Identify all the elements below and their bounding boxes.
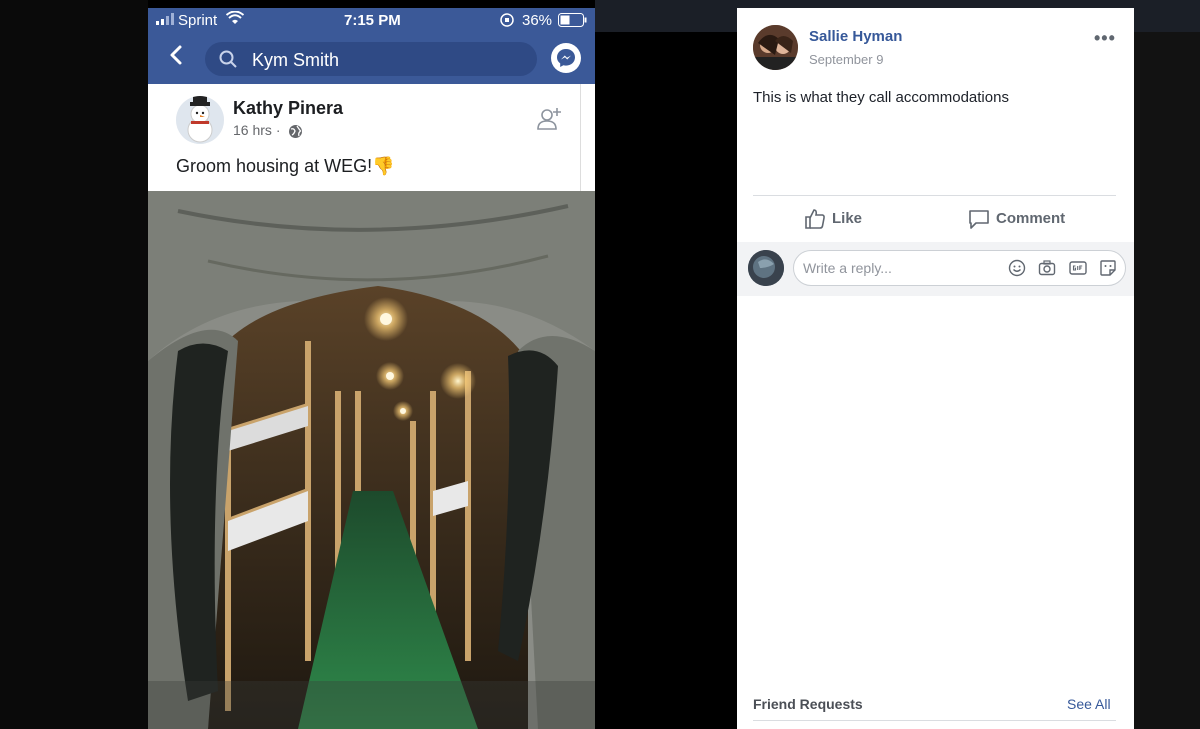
- divider: [753, 195, 1116, 196]
- signal-icon: [156, 12, 176, 29]
- add-friend-icon[interactable]: [536, 106, 562, 132]
- comment-date[interactable]: September 9: [809, 52, 883, 67]
- background-left: [0, 0, 148, 729]
- tent-photo[interactable]: [148, 191, 595, 729]
- comment-button[interactable]: Comment: [968, 208, 1078, 230]
- avatar[interactable]: [753, 25, 798, 70]
- background-middle: [595, 0, 737, 729]
- post-header: Kathy Pinera 16 hrs · Groom housing at W…: [148, 84, 595, 191]
- sticker-icon[interactable]: [1099, 259, 1117, 277]
- status-time: 7:15 PM: [344, 12, 401, 29]
- thumbs-down-emoji: 👎: [372, 156, 395, 176]
- wifi-icon: [225, 10, 245, 29]
- like-icon: [805, 209, 825, 229]
- search-query: Kym Smith: [252, 50, 340, 70]
- like-label: Like: [832, 210, 863, 227]
- search-icon: [219, 50, 237, 68]
- post-text-content: Groom housing at WEG!: [176, 156, 373, 176]
- comment-label: Comment: [996, 210, 1066, 227]
- post-time: 16 hrs ·: [233, 122, 280, 138]
- more-options-icon[interactable]: •••: [1094, 28, 1116, 49]
- carrier-label: Sprint: [178, 12, 218, 29]
- back-icon[interactable]: [166, 44, 188, 66]
- battery-icon: [558, 13, 588, 31]
- status-bar: Sprint 7:15 PM 36%: [148, 8, 595, 34]
- avatar: [748, 250, 784, 286]
- reply-area: Write a reply...: [737, 242, 1134, 296]
- phone-screenshot: Sprint 7:15 PM 36% Kym Smith Kathy Piner…: [148, 8, 595, 729]
- post-author-name[interactable]: Kathy Pinera: [233, 98, 343, 119]
- battery-percent: 36%: [522, 12, 553, 29]
- comment-icon: [969, 210, 989, 229]
- post-time-separator: ·: [275, 122, 281, 138]
- post-card: Kathy Pinera 16 hrs · Groom housing at W…: [148, 84, 581, 191]
- post-time-text: 16 hrs: [233, 122, 272, 138]
- globe-icon: [288, 124, 303, 144]
- post-text: Groom housing at WEG!👎: [176, 156, 395, 177]
- emoji-icon[interactable]: [1008, 259, 1026, 277]
- search-input[interactable]: Kym Smith: [205, 42, 537, 76]
- search-nav-bar: Kym Smith: [148, 34, 595, 84]
- see-all-link[interactable]: See All: [1067, 696, 1111, 712]
- orientation-lock-icon: [500, 13, 514, 31]
- like-button[interactable]: Like: [804, 208, 874, 230]
- avatar[interactable]: [176, 96, 224, 144]
- divider: [753, 720, 1116, 721]
- comment-text: This is what they call accommodations: [753, 89, 1009, 106]
- camera-icon[interactable]: [1038, 259, 1056, 277]
- gif-icon[interactable]: [1068, 259, 1087, 277]
- comment-panel: Sallie Hyman September 9 ••• This is wha…: [737, 8, 1134, 729]
- friend-requests-heading: Friend Requests: [753, 696, 863, 712]
- comment-author-name[interactable]: Sallie Hyman: [809, 28, 902, 45]
- reply-icons: [1000, 259, 1117, 282]
- background-right: [1134, 32, 1200, 729]
- messenger-icon[interactable]: [551, 43, 581, 73]
- reply-placeholder: Write a reply...: [803, 260, 892, 276]
- reply-input[interactable]: Write a reply...: [793, 250, 1126, 286]
